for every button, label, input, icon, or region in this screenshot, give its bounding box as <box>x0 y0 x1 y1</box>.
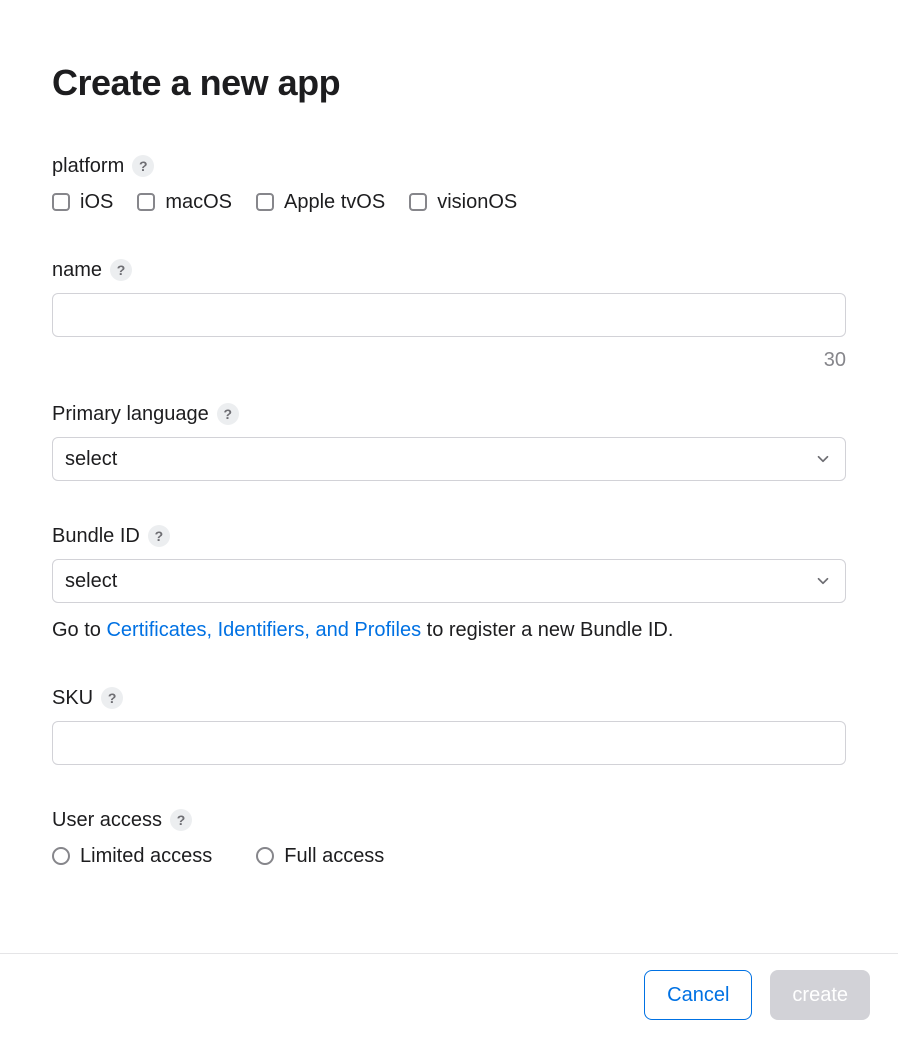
select-value: select <box>65 568 117 594</box>
hint-suffix: to register a new Bundle ID. <box>421 619 673 641</box>
name-label: name <box>52 257 102 283</box>
platform-label: platform <box>52 153 124 179</box>
bundle-id-label: Bundle ID <box>52 523 140 549</box>
radio-label: Full access <box>284 843 384 869</box>
bundle-id-select[interactable]: select <box>52 559 846 603</box>
name-field: name ? 30 <box>52 257 846 373</box>
primary-language-select[interactable]: select <box>52 437 846 481</box>
platform-checkbox-visionos[interactable]: visionOS <box>409 189 517 215</box>
radio-icon <box>256 847 274 865</box>
checkbox-label: macOS <box>165 189 232 215</box>
certificates-link[interactable]: Certificates, Identifiers, and Profiles <box>106 619 421 641</box>
checkbox-label: visionOS <box>437 189 517 215</box>
help-icon[interactable]: ? <box>170 809 192 831</box>
help-icon[interactable]: ? <box>132 155 154 177</box>
checkbox-icon <box>137 193 155 211</box>
select-value: select <box>65 446 117 472</box>
primary-language-label: Primary language <box>52 401 209 427</box>
platform-checkbox-ios[interactable]: iOS <box>52 189 113 215</box>
checkbox-label: iOS <box>80 189 113 215</box>
platform-checkbox-macos[interactable]: macOS <box>137 189 232 215</box>
page-title: Create a new app <box>52 60 846 107</box>
checkbox-icon <box>256 193 274 211</box>
user-access-label: User access <box>52 807 162 833</box>
bundle-id-hint: Go to Certificates, Identifiers, and Pro… <box>52 617 846 643</box>
create-button[interactable]: create <box>770 970 870 1020</box>
checkbox-label: Apple tvOS <box>284 189 385 215</box>
help-icon[interactable]: ? <box>217 403 239 425</box>
user-access-options: Limited access Full access <box>52 843 846 869</box>
platform-options: iOS macOS Apple tvOS visionOS <box>52 189 846 215</box>
checkbox-icon <box>52 193 70 211</box>
hint-prefix: Go to <box>52 619 106 641</box>
help-icon[interactable]: ? <box>101 687 123 709</box>
bundle-id-field: Bundle ID ? select Go to Certificates, I… <box>52 523 846 643</box>
radio-icon <box>52 847 70 865</box>
user-access-radio-full[interactable]: Full access <box>256 843 384 869</box>
name-input[interactable] <box>52 293 846 337</box>
platform-checkbox-tvos[interactable]: Apple tvOS <box>256 189 385 215</box>
radio-label: Limited access <box>80 843 212 869</box>
sku-field: SKU ? <box>52 685 846 765</box>
user-access-field: User access ? Limited access Full access <box>52 807 846 869</box>
primary-language-field: Primary language ? select <box>52 401 846 481</box>
user-access-radio-limited[interactable]: Limited access <box>52 843 212 869</box>
dialog-footer: Cancel create <box>0 953 898 1038</box>
sku-input[interactable] <box>52 721 846 765</box>
checkbox-icon <box>409 193 427 211</box>
platform-field: platform ? iOS macOS Apple tvOS <box>52 153 846 215</box>
sku-label: SKU <box>52 685 93 711</box>
cancel-button[interactable]: Cancel <box>644 970 752 1020</box>
name-char-count: 30 <box>52 347 846 373</box>
help-icon[interactable]: ? <box>148 525 170 547</box>
help-icon[interactable]: ? <box>110 259 132 281</box>
